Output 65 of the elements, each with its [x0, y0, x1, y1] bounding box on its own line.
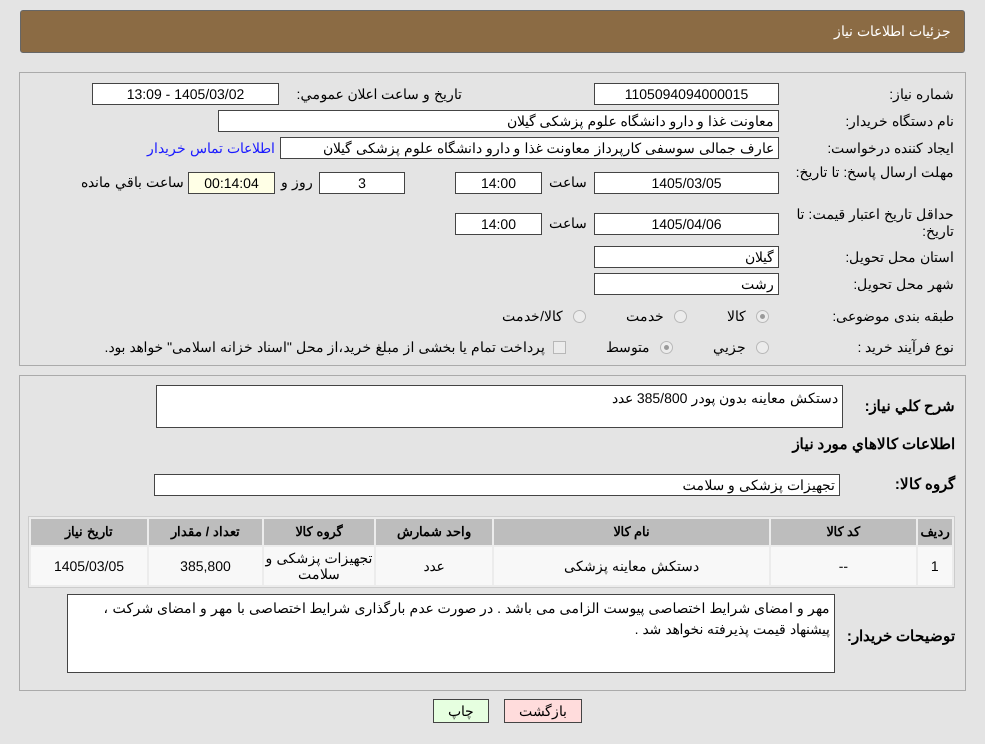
- field-label: متوسط: [606, 338, 650, 358]
- input-field[interactable]: 14:00: [455, 212, 542, 234]
- radio-button[interactable]: [756, 340, 769, 354]
- radio-button[interactable]: [660, 340, 673, 354]
- field-label: پرداخت تمام یا بخشی از مبلغ خرید،از محل "اسناد خزانه اسلامی" خواهد بود.: [104, 338, 545, 358]
- field-label: مهلت ارسال پاسخ: تا تاریخ:: [794, 164, 954, 181]
- field-label: شهر محل تحویل:: [852, 276, 954, 292]
- contact-link[interactable]: اطلاعات تماس خریدار: [147, 138, 275, 158]
- column-header: ردیف: [918, 519, 952, 545]
- table-cell: تجهیزات پزشکی و سلامت: [264, 547, 374, 585]
- input-field[interactable]: 1405/04/06: [594, 212, 779, 234]
- table-cell: 1: [918, 547, 952, 585]
- column-header: تاریخ نیاز: [31, 519, 147, 545]
- input-field[interactable]: 1405/03/02 - 13:09: [92, 83, 279, 105]
- field-label: ساعت باقي مانده: [81, 173, 184, 192]
- table-cell: 385,800: [148, 547, 262, 585]
- input-field[interactable]: رشت: [594, 273, 779, 295]
- radio-button[interactable]: [573, 310, 586, 322]
- column-header: کد کالا: [771, 519, 916, 545]
- field-label: شرح کلي نیاز:: [864, 397, 955, 417]
- column-header: تعداد / مقدار: [148, 519, 262, 545]
- input-field[interactable]: 1105094094000015: [594, 83, 779, 105]
- field-label: گروه کالا:: [894, 474, 955, 495]
- radio-button[interactable]: [674, 310, 687, 322]
- page-title: جزئیات اطلاعات نیاز: [834, 22, 951, 42]
- field-label: کالا: [727, 306, 746, 326]
- table-cell: دستکش معاینه پزشکی: [494, 547, 770, 585]
- table-cell: --: [771, 547, 916, 585]
- field-label: ایجاد کننده درخواست:: [826, 140, 954, 156]
- field-label: شماره نیاز:: [888, 86, 954, 102]
- back-button[interactable]: بازگشت: [504, 699, 582, 723]
- countdown-field[interactable]: 00:14:04: [188, 172, 275, 194]
- text-area[interactable]: دستکش معاینه بدون پودر 385/800 عدد: [156, 385, 843, 428]
- field-value: دستکش معاینه بدون پودر 385/800 عدد: [612, 390, 838, 406]
- column-header: واحد شمارش: [376, 519, 492, 545]
- column-header: نام کالا: [494, 519, 770, 545]
- input-field[interactable]: عارف جمالی سوسفی کارپرداز معاونت غذا و دارو دانشگاه علوم پزشکی گیلان: [280, 137, 779, 159]
- field-label: استان محل تحویل:: [844, 248, 954, 266]
- checkbox[interactable]: [553, 340, 566, 354]
- column-header: گروه کالا: [264, 519, 374, 545]
- radio-button[interactable]: [756, 310, 769, 322]
- input-field[interactable]: 1405/03/05: [594, 172, 779, 194]
- field-label: حداقل تاریخ اعتبار قیمت: تا تاریخ:: [796, 206, 954, 240]
- print-button[interactable]: چاپ: [433, 699, 489, 723]
- field-label: جزيي: [713, 338, 746, 358]
- field-value: مهر و امضای شرایط اختصاصی پیوست الزامی می باشد . در صورت عدم بارگذاری شرایط اختصاصی با مهر و امضای شرکت ، پیشنهاد قیمت پذیرفته نخواهد شد .: [103, 600, 830, 637]
- input-field[interactable]: 14:00: [455, 172, 542, 194]
- field-label: روز و: [279, 173, 314, 192]
- table-cell: عدد: [376, 547, 492, 585]
- field-label: کالا/خدمت: [502, 306, 563, 326]
- field-label: نام دستگاه خریدار:: [844, 112, 954, 130]
- text-area[interactable]: مهر و امضای شرایط اختصاصی پیوست الزامی می باشد . در صورت عدم بارگذاری شرایط اختصاصی با مهر و امضای شرکت ، پیشنهاد قیمت پذیرفته نخواهد شد .: [67, 594, 835, 673]
- field-label: نوع فرآیند خرید :: [856, 338, 954, 356]
- section-heading: اطلاعات کالاهاي مورد نیاز: [792, 435, 955, 455]
- field-label: ساعت: [548, 173, 588, 192]
- field-label: توضیحات خریدار:: [846, 627, 955, 647]
- input-field[interactable]: تجهیزات پزشکی و سلامت: [154, 474, 840, 496]
- field-label: تاریخ و ساعت اعلان عمومي:: [296, 84, 462, 104]
- input-field[interactable]: معاونت غذا و دارو دانشگاه علوم پزشکی گیلان: [218, 110, 779, 132]
- table-cell: 1405/03/05: [31, 547, 147, 585]
- input-field[interactable]: 3: [319, 172, 405, 194]
- field-label: خدمت: [626, 306, 664, 326]
- input-field[interactable]: گیلان: [594, 246, 779, 268]
- field-label: طبقه بندی موضوعی:: [831, 308, 954, 324]
- field-label: ساعت: [548, 214, 588, 233]
